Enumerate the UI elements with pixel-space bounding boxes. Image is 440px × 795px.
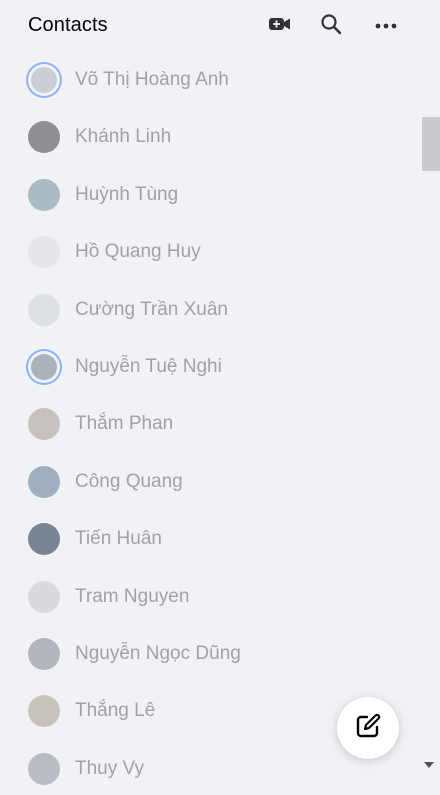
contact-item[interactable]: Nguyễn Ngọc Dũng [20, 628, 400, 680]
contact-item[interactable]: Hồ Quang Huy [20, 226, 400, 278]
avatar [28, 64, 60, 96]
new-message-button[interactable] [337, 697, 399, 759]
avatar [28, 580, 60, 613]
contact-name: Thuy Vy [75, 757, 144, 779]
contact-name: Võ Thị Hoàng Anh [75, 69, 229, 90]
contact-name: Công Quang [75, 470, 183, 492]
contact-item[interactable]: Nguyễn Tuệ Nghi [20, 341, 400, 393]
contact-item[interactable]: Thắm Phan [20, 398, 400, 450]
contacts-list: Võ Thị Hoàng Anh Khánh Linh Huỳnh Tùng Hồ Q… [0, 0, 420, 785]
avatar [28, 408, 60, 441]
avatar [28, 465, 60, 498]
compose-icon [354, 712, 382, 745]
contact-name: Cường Trần Xuân [75, 298, 228, 320]
contact-name: Nguyễn Ngọc Dũng [75, 643, 241, 664]
contact-name: Thắm Phan [75, 413, 174, 435]
contact-item[interactable]: Huỳnh Tùng [20, 169, 400, 221]
contact-name: Khánh Linh [75, 126, 172, 148]
contact-name: Huỳnh Tùng [75, 183, 179, 205]
scrollbar-thumb[interactable] [422, 117, 440, 171]
avatar [28, 752, 60, 785]
avatar [28, 695, 60, 728]
contact-name: Tram Nguyen [75, 585, 190, 607]
avatar [28, 638, 60, 670]
avatar [28, 178, 60, 211]
contact-item[interactable]: Cường Trần Xuân [20, 284, 400, 336]
contact-item[interactable]: Khánh Linh [20, 111, 400, 163]
avatar [28, 523, 60, 556]
avatar [28, 351, 60, 383]
contact-name: Nguyễn Tuệ Nghi [75, 356, 222, 377]
contact-item[interactable]: Tiến Huân [20, 513, 400, 565]
contact-item[interactable]: Thuy Vy [20, 743, 400, 795]
contact-item[interactable]: Công Quang [20, 456, 400, 508]
contact-name: Hồ Quang Huy [75, 241, 201, 263]
contact-item[interactable]: Tram Nguyen [20, 571, 400, 623]
avatar [28, 293, 60, 326]
contact-item[interactable]: Võ Thị Hoàng Anh [20, 54, 400, 106]
scroll-down-arrow-icon[interactable] [424, 762, 434, 768]
contact-name: Thắng Lê [75, 700, 156, 722]
contact-name: Tiến Huân [75, 528, 162, 550]
avatar [28, 121, 60, 154]
avatar [28, 236, 60, 269]
